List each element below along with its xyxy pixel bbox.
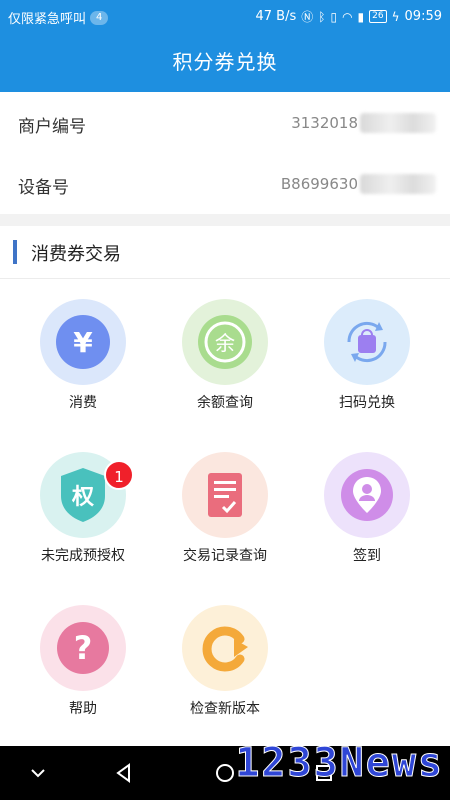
grid-item-label: 余额查询 (197, 395, 253, 411)
grid-item-label: 签到 (353, 548, 381, 564)
section-gap (0, 214, 450, 226)
coupon-transaction-card: 消费券交易 ¥ 消费 余 余额查询 扫码兑换 权 1 未完成预授权 交易记录查询… (0, 226, 450, 746)
pending-count-badge: 1 (104, 460, 134, 490)
section-header: 消费券交易 (0, 226, 450, 279)
nav-back-icon[interactable] (104, 758, 144, 788)
record-doc-icon (182, 452, 268, 538)
watermark-logo: 1233News (235, 740, 444, 787)
grid-item-label: 交易记录查询 (183, 548, 267, 564)
bluetooth-icon: ᛒ (318, 9, 326, 24)
grid-item-check-in[interactable]: 签到 (292, 432, 442, 564)
page-title: 积分券兑换 (172, 50, 278, 74)
yuan-icon: ¥ (40, 299, 126, 385)
wifi-icon: ◠ (342, 9, 353, 24)
battery-icon: 26 (369, 10, 387, 23)
update-arrow-icon (182, 605, 268, 691)
sim-icon: ▮ (357, 9, 365, 24)
vibrate-icon: ▯ (330, 9, 338, 24)
grid-item-pre-auth[interactable]: 权 1 未完成预授权 (8, 432, 158, 564)
grid-item-check-update[interactable]: 检查新版本 (150, 585, 300, 717)
carrier-text: 仅限紧急呼叫 (8, 12, 87, 27)
device-id-label: 设备号 (18, 178, 69, 198)
pre-auth-glyph: 权 (71, 484, 95, 510)
grid-item-scan-exchange[interactable]: 扫码兑换 (292, 279, 442, 411)
grid-item-label: 消费 (69, 395, 97, 411)
status-right: 47 B/s Ⓝ ᛒ ▯ ◠ ▮ 26 ϟ 09:59 (255, 8, 442, 25)
section-title: 消费券交易 (31, 244, 121, 265)
app-header: 积分券兑换 (0, 33, 450, 92)
status-left: 仅限紧急呼叫 4 (8, 8, 109, 27)
balance-glyph: 余 (215, 331, 235, 355)
network-speed: 47 B/s (255, 9, 297, 24)
section-accent-bar (13, 240, 17, 264)
yuan-glyph: ¥ (73, 326, 93, 359)
charging-icon: ϟ (391, 9, 400, 24)
grid-item-label: 帮助 (69, 701, 97, 717)
grid-item-label: 扫码兑换 (339, 395, 395, 411)
merchant-id-value: 3132018 (291, 114, 358, 132)
balance-icon: 余 (182, 299, 268, 385)
device-id-row: 设备号 B8699630 (0, 153, 450, 214)
grid-item-help[interactable]: ? 帮助 (8, 585, 158, 717)
redaction-mask (360, 113, 436, 133)
grid-item-consume[interactable]: ¥ 消费 (8, 279, 158, 411)
nav-down-icon[interactable] (18, 758, 58, 788)
nfc-icon: Ⓝ (301, 10, 314, 24)
help-glyph: ? (74, 629, 93, 667)
check-in-pin-icon (324, 452, 410, 538)
scan-exchange-icon (324, 299, 410, 385)
grid-item-label: 未完成预授权 (41, 548, 125, 564)
notification-count-badge: 4 (90, 10, 109, 25)
help-question-icon: ? (40, 605, 126, 691)
device-id-value-wrap: B8699630 (281, 174, 436, 194)
merchant-id-value-wrap: 3132018 (291, 113, 436, 133)
status-bar: 仅限紧急呼叫 4 47 B/s Ⓝ ᛒ ▯ ◠ ▮ 26 ϟ 09:59 (0, 0, 450, 33)
clock: 09:59 (404, 9, 442, 24)
redaction-mask (360, 174, 436, 194)
grid-item-transaction-records[interactable]: 交易记录查询 (150, 432, 300, 564)
grid-item-label: 检查新版本 (190, 701, 260, 717)
merchant-id-row: 商户编号 3132018 (0, 92, 450, 153)
device-id-value: B8699630 (280, 175, 358, 193)
merchant-info-card: 商户编号 3132018 设备号 B8699630 (0, 92, 450, 214)
grid-item-balance[interactable]: 余 余额查询 (150, 279, 300, 411)
merchant-id-label: 商户编号 (18, 117, 86, 137)
